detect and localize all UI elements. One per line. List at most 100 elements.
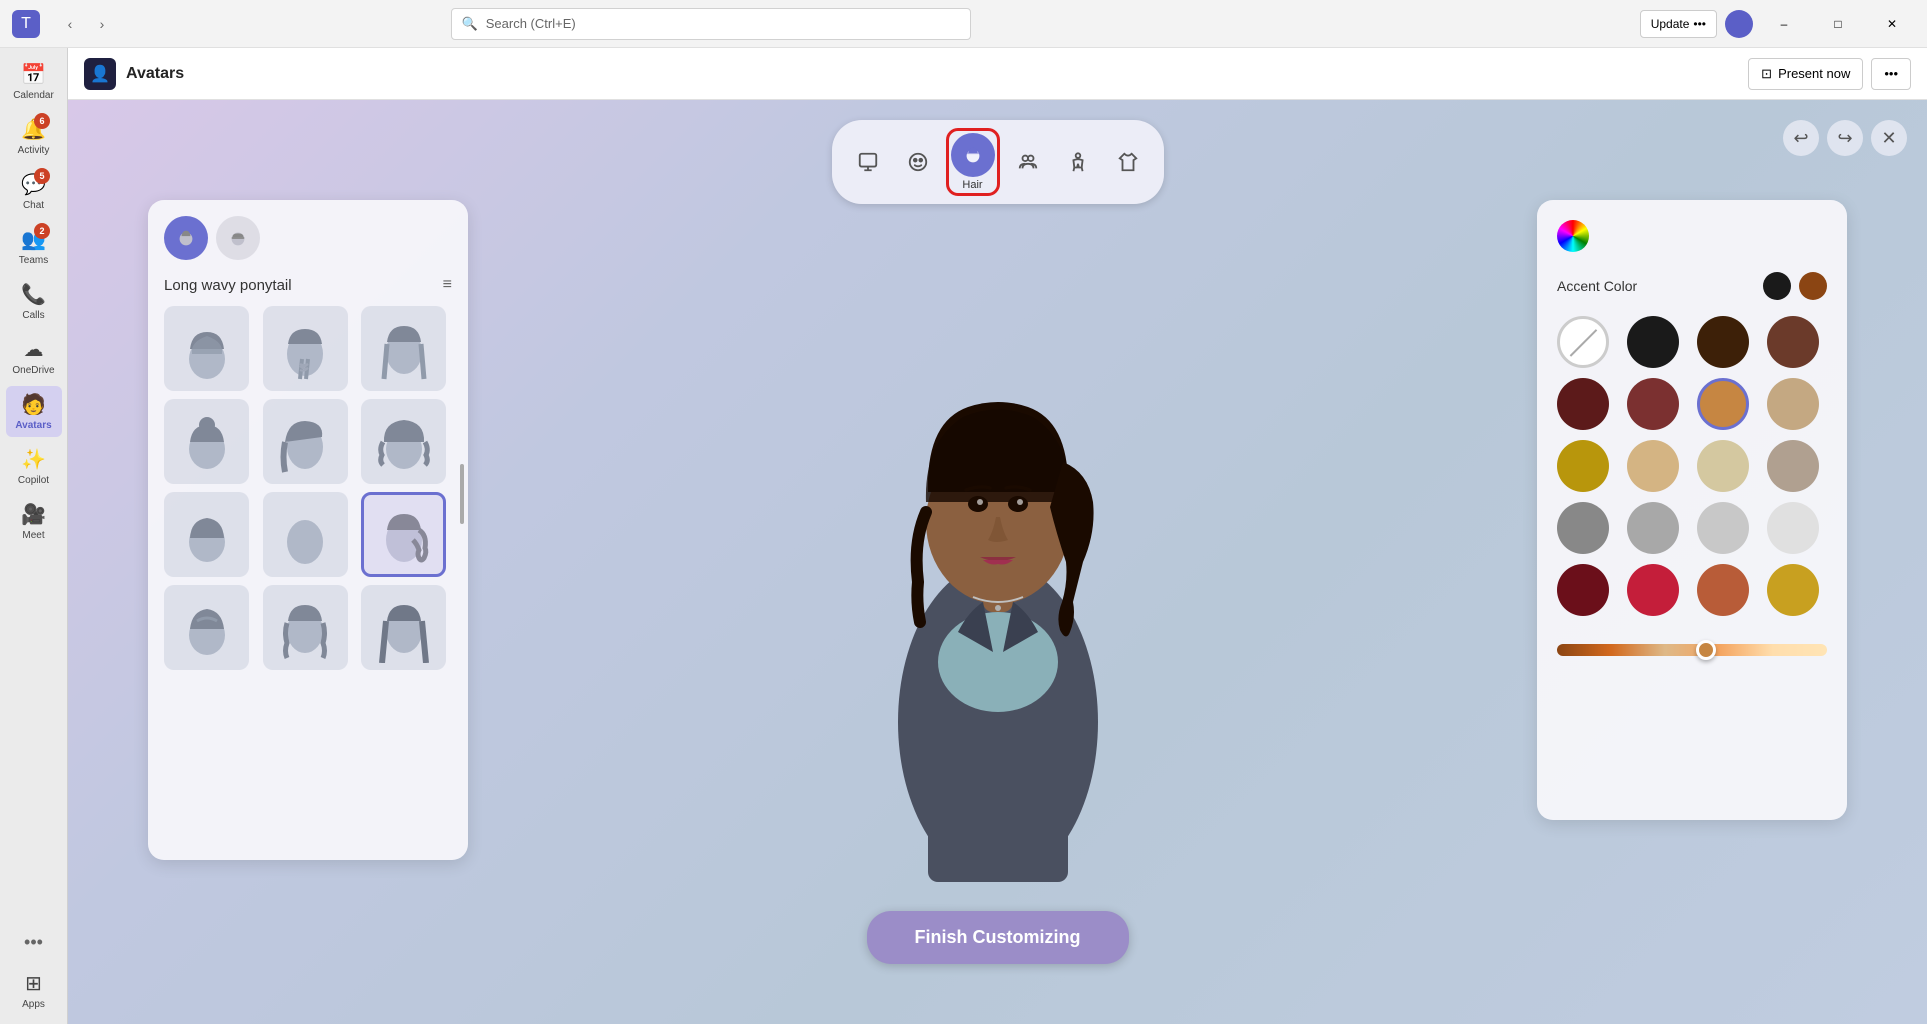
hair-item-4[interactable] [164,399,249,484]
user-avatar[interactable] [1725,10,1753,38]
toolbar-hair-button[interactable] [951,133,995,177]
teams-badge: 2 [34,223,50,239]
color-swatch-dark-red[interactable] [1557,564,1609,616]
hair-tab-headwear[interactable] [216,216,260,260]
color-swatch-light-gray[interactable] [1627,502,1679,554]
meet-icon: 🎥 [21,502,46,527]
toolbar-outfit-button[interactable] [1106,140,1150,184]
toolbar-group-wrapper [1006,140,1050,184]
color-swatch-light-brown[interactable] [1767,378,1819,430]
title-bar: T ‹ › 🔍 Search (Ctrl+E) Update ••• – □ ✕ [0,0,1927,48]
update-button[interactable]: Update ••• [1640,10,1717,38]
toolbar-scene-wrapper [846,140,890,184]
color-swatch-light-golden[interactable] [1697,440,1749,492]
hair-item-11[interactable] [263,585,348,670]
sidebar-item-chat[interactable]: 💬 5 Chat [6,166,62,217]
color-slider-container [1557,632,1827,656]
color-swatch-caramel[interactable] [1697,378,1749,430]
color-swatch-red-brown[interactable] [1627,378,1679,430]
maximize-button[interactable]: □ [1815,8,1861,40]
hair-item-5[interactable] [263,399,348,484]
sidebar-item-activity[interactable]: 🔔 6 Activity [6,111,62,162]
hair-item-7[interactable] [164,492,249,577]
calendar-icon: 📅 [21,62,46,87]
back-button[interactable]: ‹ [56,10,84,38]
sidebar-item-apps[interactable]: ⊞ Apps [6,965,62,1016]
accent-swatch-black[interactable] [1763,272,1791,300]
sidebar-item-label: Apps [22,999,45,1010]
accent-swatch-brown[interactable] [1799,272,1827,300]
filter-icon[interactable]: ≡ [443,276,452,294]
nav-buttons: ‹ › [56,10,116,38]
finish-customizing-button[interactable]: Finish Customizing [867,911,1129,964]
workspace-close-button[interactable]: ✕ [1871,120,1907,156]
sidebar-item-label: OneDrive [12,365,54,376]
header-more-button[interactable]: ••• [1871,58,1911,90]
color-swatch-gray[interactable] [1557,502,1609,554]
sidebar: 📅 Calendar 🔔 6 Activity 💬 5 Chat 👥 2 Tea… [0,48,68,1024]
color-swatch-silver-brown[interactable] [1767,440,1819,492]
minimize-button[interactable]: – [1761,8,1807,40]
sidebar-item-meet[interactable]: 🎥 Meet [6,496,62,547]
hair-item-10[interactable] [164,585,249,670]
color-swatch-sandy[interactable] [1627,440,1679,492]
toolbar-scene-button[interactable] [846,140,890,184]
toolbar-body-button[interactable] [1056,140,1100,184]
sidebar-item-calendar[interactable]: 📅 Calendar [6,56,62,107]
hair-item-1[interactable] [164,306,249,391]
hair-item-3[interactable] [361,306,446,391]
hair-item-8[interactable] [263,492,348,577]
hair-item-9[interactable] [361,492,446,577]
search-icon: 🔍 [462,16,478,32]
close-button[interactable]: ✕ [1869,8,1915,40]
sidebar-item-teams[interactable]: 👥 2 Teams [6,221,62,272]
sidebar-item-onedrive[interactable]: ☁ OneDrive [6,331,62,382]
color-swatch-none[interactable] [1557,316,1609,368]
hair-grid [164,306,452,670]
app-header: 👤 Avatars ⊡ Present now ••• [68,48,1927,100]
color-swatch-golden[interactable] [1557,440,1609,492]
toolbar-body-wrapper [1056,140,1100,184]
sidebar-item-label: Calendar [13,90,54,101]
color-swatch-dark-red-brown[interactable] [1557,378,1609,430]
color-swatch-white[interactable] [1767,502,1819,554]
color-panel: Accent Color [1537,200,1847,820]
forward-button[interactable]: › [88,10,116,38]
chat-icon: 💬 5 [21,172,46,197]
app-icon: 👤 [84,58,116,90]
color-swatch-copper[interactable] [1697,564,1749,616]
onedrive-icon: ☁ [24,337,44,362]
undo-button[interactable]: ↩ [1783,120,1819,156]
hair-tab-hair[interactable] [164,216,208,260]
hair-item-12[interactable] [361,585,446,670]
color-swatch-red[interactable] [1627,564,1679,616]
hair-item-6[interactable] [361,399,446,484]
color-swatch-black[interactable] [1627,316,1679,368]
sidebar-item-copilot[interactable]: ✨ Copilot [6,441,62,492]
toolbar-face-button[interactable] [896,140,940,184]
color-swatch-medium-brown[interactable] [1767,316,1819,368]
sidebar-item-calls[interactable]: 📞 Calls [6,276,62,327]
search-bar[interactable]: 🔍 Search (Ctrl+E) [451,8,971,40]
sidebar-more-button[interactable]: ••• [16,924,51,961]
color-swatch-dark-brown[interactable] [1697,316,1749,368]
hair-panel-tabs [164,216,452,260]
hair-item-2[interactable] [263,306,348,391]
color-swatch-gold-yellow[interactable] [1767,564,1819,616]
sidebar-item-label: Activity [18,145,50,156]
color-swatch-silver[interactable] [1697,502,1749,554]
present-icon: ⊡ [1761,66,1772,82]
slider-thumb[interactable] [1696,640,1716,660]
sidebar-item-label: Calls [22,310,44,321]
toolbar-group-button[interactable] [1006,140,1050,184]
title-bar-left: T ‹ › [12,10,116,38]
color-slider[interactable] [1557,644,1827,656]
sidebar-item-avatars[interactable]: 🧑 Avatars [6,386,62,437]
redo-button[interactable]: ↪ [1827,120,1863,156]
hair-panel: Long wavy ponytail ≡ [148,200,468,860]
app-title: Avatars [126,65,184,83]
color-logo-icon [1557,220,1589,252]
present-now-button[interactable]: ⊡ Present now [1748,58,1863,90]
avatar-workspace: Hair [68,100,1927,1024]
sidebar-item-label: Copilot [18,475,49,486]
